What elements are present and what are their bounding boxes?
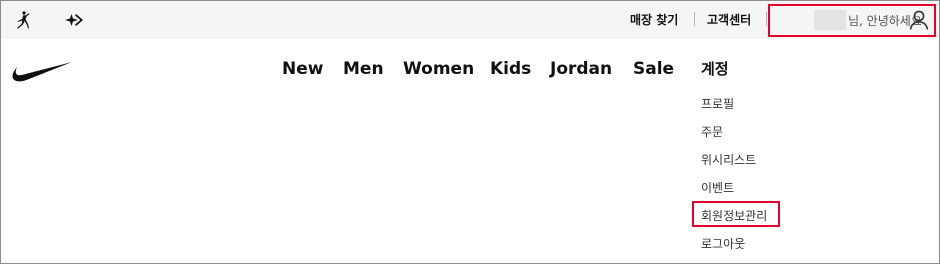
nav-men[interactable]: Men (343, 59, 384, 79)
utility-bar: 매장 찾기 고객센터 님, 안녕하세요 (1, 1, 939, 39)
nav-sale[interactable]: Sale (633, 59, 674, 79)
nav-kids[interactable]: Kids (490, 59, 531, 79)
find-store-link[interactable]: 매장 찾기 (630, 11, 678, 28)
user-icon[interactable] (907, 8, 931, 32)
user-name-redacted (814, 10, 846, 30)
nike-swoosh-logo[interactable] (9, 59, 73, 83)
account-item-events[interactable]: 이벤트 (701, 179, 734, 196)
account-item-logout[interactable]: 로그아웃 (701, 235, 745, 252)
account-title: 계정 (701, 60, 729, 78)
customer-center-link[interactable]: 고객센터 (707, 11, 751, 28)
account-item-orders[interactable]: 주문 (701, 123, 723, 140)
utility-divider (766, 12, 767, 26)
account-item-wishlist[interactable]: 위시리스트 (701, 151, 756, 168)
utility-divider (694, 12, 695, 26)
jumpman-icon[interactable] (13, 10, 33, 30)
nav-new[interactable]: New (282, 59, 323, 79)
converse-star-icon[interactable] (62, 10, 86, 30)
account-item-member-info[interactable]: 회원정보관리 (701, 207, 767, 224)
nav-women[interactable]: Women (403, 59, 474, 79)
page-frame: 매장 찾기 고객센터 님, 안녕하세요 New Men Women Kids J… (0, 0, 940, 264)
nav-jordan[interactable]: Jordan (550, 59, 612, 79)
account-item-profile[interactable]: 프로필 (701, 95, 734, 112)
